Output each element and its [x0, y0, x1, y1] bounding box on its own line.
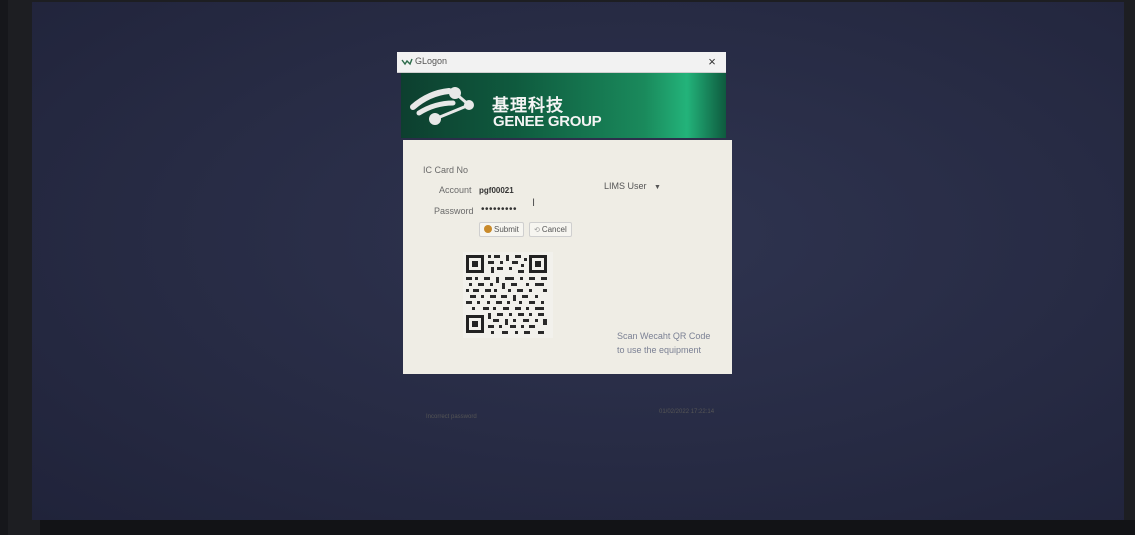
chevron-down-icon: ▼	[654, 184, 661, 191]
monitor-bottom-bezel	[40, 520, 1135, 535]
status-message: Incorrect password	[426, 414, 477, 420]
qr-instruction-line-1: Scan Wecaht QR Code	[617, 331, 711, 341]
account-label: Account	[439, 185, 472, 195]
brand-name-english: GENEE GROUP	[493, 113, 602, 130]
app-icon	[401, 58, 413, 66]
user-type-value: LIMS User	[604, 181, 647, 191]
password-label: Password	[434, 206, 474, 216]
submit-button[interactable]: Submit	[479, 222, 524, 237]
submit-icon	[484, 225, 492, 233]
qr-instruction-line-2: to use the equipment	[617, 345, 702, 355]
cancel-label: Cancel	[541, 225, 567, 234]
status-timestamp: 01/02/2022 17:22:14	[659, 409, 715, 415]
login-panel: IC Card No Account pgf00021 Password •••…	[403, 140, 732, 420]
text-cursor-icon: I	[532, 197, 536, 209]
ic-card-label: IC Card No	[423, 165, 469, 175]
cancel-icon: ⟲	[534, 227, 542, 234]
password-field[interactable]: •••••••••	[481, 204, 517, 215]
title-bar: GLogon ×	[397, 52, 726, 73]
account-field[interactable]: pgf00021	[479, 186, 514, 195]
wechat-qr-code	[463, 252, 553, 338]
submit-label: Submit	[494, 225, 519, 234]
genee-logo-icon	[410, 87, 474, 125]
window-title: GLogon	[415, 56, 448, 66]
user-type-dropdown[interactable]: LIMS User ▼	[604, 181, 661, 191]
brand-banner: 基理科技 GENEE GROUP	[401, 73, 726, 138]
cancel-button[interactable]: ⟲ Cancel	[529, 222, 572, 237]
glogon-dialog: GLogon × 基理科技 GENEE GROUP IC Card No Acc…	[397, 52, 733, 420]
close-button[interactable]: ×	[704, 53, 720, 71]
